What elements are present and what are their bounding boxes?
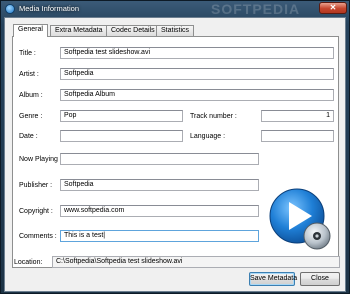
close-window-button[interactable]: ✕ <box>319 2 347 14</box>
now-playing-label: Now Playing : <box>19 156 62 163</box>
title-label: Title : <box>19 50 36 57</box>
publisher-label: Publisher : <box>19 182 53 189</box>
comments-label: Comments : <box>19 233 57 240</box>
copyright-label: Copyright : <box>19 208 53 215</box>
location-field[interactable]: C:\Softpedia\Softpedia test slideshow.av… <box>52 256 340 268</box>
artist-field[interactable]: Softpedia <box>60 68 334 80</box>
general-tab-panel: Title : Softpedia test slideshow.avi Art… <box>12 36 339 268</box>
title-bar[interactable]: Media Information SOFTPEDIA ✕ <box>1 1 349 17</box>
close-button[interactable]: Close <box>300 272 340 286</box>
window-title: Media Information <box>19 4 80 13</box>
language-field[interactable] <box>261 130 334 142</box>
location-label: Location: <box>14 259 43 266</box>
media-information-window: Media Information SOFTPEDIA ✕ General Ex… <box>0 0 350 294</box>
media-player-icon <box>5 4 15 14</box>
album-label: Album : <box>19 92 43 99</box>
language-label: Language : <box>190 133 226 140</box>
tab-statistics[interactable]: Statistics <box>156 25 195 36</box>
date-field[interactable] <box>60 130 183 142</box>
title-field[interactable]: Softpedia test slideshow.avi <box>60 47 334 59</box>
genre-field[interactable]: Pop <box>60 110 183 122</box>
tab-general[interactable]: General <box>13 24 48 37</box>
now-playing-field[interactable] <box>60 153 259 165</box>
album-field[interactable]: Softpedia Album <box>60 89 334 101</box>
date-label: Date : <box>19 133 38 140</box>
dialog-body: General Extra Metadata Codec Details Sta… <box>4 17 346 292</box>
play-disc-logo-icon <box>269 188 331 250</box>
tab-codec-details[interactable]: Codec Details <box>106 25 160 36</box>
artist-label: Artist : <box>19 71 39 78</box>
track-number-field[interactable]: 1 <box>261 110 334 122</box>
copyright-field[interactable]: www.softpedia.com <box>60 205 259 217</box>
genre-label: Genre : <box>19 113 43 120</box>
comments-field[interactable]: This is a test| <box>60 230 259 242</box>
watermark-text: SOFTPEDIA <box>211 1 301 17</box>
publisher-field[interactable]: Softpedia <box>60 179 259 191</box>
tab-extra-metadata[interactable]: Extra Metadata <box>50 25 108 36</box>
save-metadata-button[interactable]: Save Metadata <box>249 272 297 286</box>
track-number-label: Track number : <box>190 113 237 120</box>
